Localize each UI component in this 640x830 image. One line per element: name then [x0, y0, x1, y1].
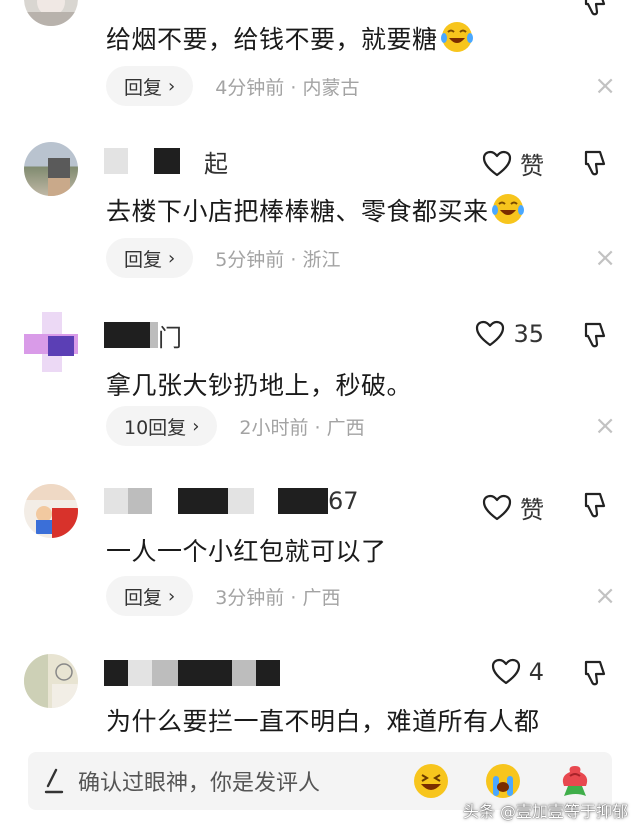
chevron-right-icon: › [168, 75, 176, 97]
like-button[interactable]: 赞 [482, 490, 544, 525]
reply-row: 10回复 › 2小时前 · 广西 × [106, 406, 616, 446]
comment-meta: 2小时前 · 广西 [239, 416, 365, 439]
comment-meta: 4分钟前 · 内蒙古 [215, 76, 360, 99]
reply-row: 回复 › 4分钟前 · 内蒙古 × [106, 66, 616, 106]
dislike-icon[interactable] [580, 490, 610, 524]
username[interactable] [104, 658, 280, 688]
comment-item: 67 赞 一人一个小红包就可以了 回复 › 3分钟前 · 广西 × [0, 476, 640, 626]
like-button[interactable]: 35 [475, 320, 544, 348]
dislike-icon[interactable] [580, 0, 610, 22]
avatar[interactable] [24, 0, 78, 26]
like-button[interactable]: 赞 [482, 146, 544, 181]
reply-row: 回复 › 5分钟前 · 浙江 × [106, 238, 616, 278]
laughing-crying-emoji-icon [440, 22, 473, 52]
close-icon[interactable]: × [594, 245, 616, 271]
comment-text: 一人一个小红包就可以了 [106, 537, 387, 566]
dislike-icon[interactable] [580, 658, 610, 692]
comment-meta: 5分钟前 · 浙江 [215, 248, 341, 271]
heart-icon [476, 320, 505, 347]
laughing-emoji-icon[interactable] [412, 762, 450, 800]
heart-icon [482, 494, 512, 520]
dislike-icon[interactable] [580, 148, 610, 182]
like-count: 4 [528, 658, 544, 686]
comment-input-placeholder[interactable]: 确认过眼神，你是发评人 [78, 765, 320, 797]
username[interactable]: 67 [104, 486, 359, 516]
reply-button[interactable]: 回复 › [106, 238, 194, 278]
comment-item: 4 为什么要拦一直不明白，难道所有人都 [0, 646, 640, 746]
reply-button[interactable]: 回复 › [106, 576, 194, 616]
laughing-crying-emoji-icon [491, 194, 524, 224]
close-icon[interactable]: × [594, 583, 616, 609]
comment-item: 起 赞 去楼下小店把棒棒糖、零食都买来 回复 › 5分钟前 · 浙江 × [0, 140, 640, 300]
comment-text: 去楼下小店把棒棒糖、零食都买来 [106, 192, 525, 228]
crying-emoji-icon[interactable] [484, 762, 522, 800]
rose-emoji-icon[interactable] [556, 762, 594, 800]
chevron-right-icon: › [168, 585, 176, 607]
comment-meta: 3分钟前 · 广西 [215, 586, 341, 609]
username[interactable]: 门 [104, 320, 182, 352]
watermark: 头条 @壹加壹等于抑郁 [462, 802, 628, 821]
reply-button[interactable]: 回复 › [106, 66, 194, 106]
like-count: 35 [513, 320, 544, 348]
pen-icon [44, 768, 64, 794]
dislike-icon[interactable] [580, 320, 610, 354]
like-count: 赞 [520, 152, 544, 180]
username[interactable]: 起 [104, 146, 228, 178]
comment-text: 拿几张大钞扔地上，秒破。 [106, 371, 413, 400]
heart-icon [482, 150, 512, 176]
comment-text: 为什么要拦一直不明白，难道所有人都 [106, 707, 540, 736]
chevron-right-icon: › [192, 415, 200, 437]
close-icon[interactable]: × [594, 413, 616, 439]
comment-text: 给烟不要，给钱不要，就要糖 [106, 20, 474, 56]
reply-button[interactable]: 10回复 › [106, 406, 218, 446]
chevron-right-icon: › [168, 247, 176, 269]
avatar[interactable] [24, 142, 78, 196]
like-button[interactable]: 4 [491, 658, 544, 686]
avatar[interactable] [24, 654, 78, 708]
comment-item: 给烟不要，给钱不要，就要糖 回复 › 4分钟前 · 内蒙古 × [0, 0, 640, 120]
avatar[interactable] [24, 312, 78, 372]
comment-item: 门 35 拿几张大钞扔地上，秒破。 10回复 › 2小时前 · 广西 × [0, 306, 640, 456]
close-icon[interactable]: × [594, 73, 616, 99]
heart-icon [491, 658, 520, 685]
avatar[interactable] [24, 484, 78, 538]
reply-row: 回复 › 3分钟前 · 广西 × [106, 576, 616, 616]
like-count: 赞 [520, 496, 544, 524]
